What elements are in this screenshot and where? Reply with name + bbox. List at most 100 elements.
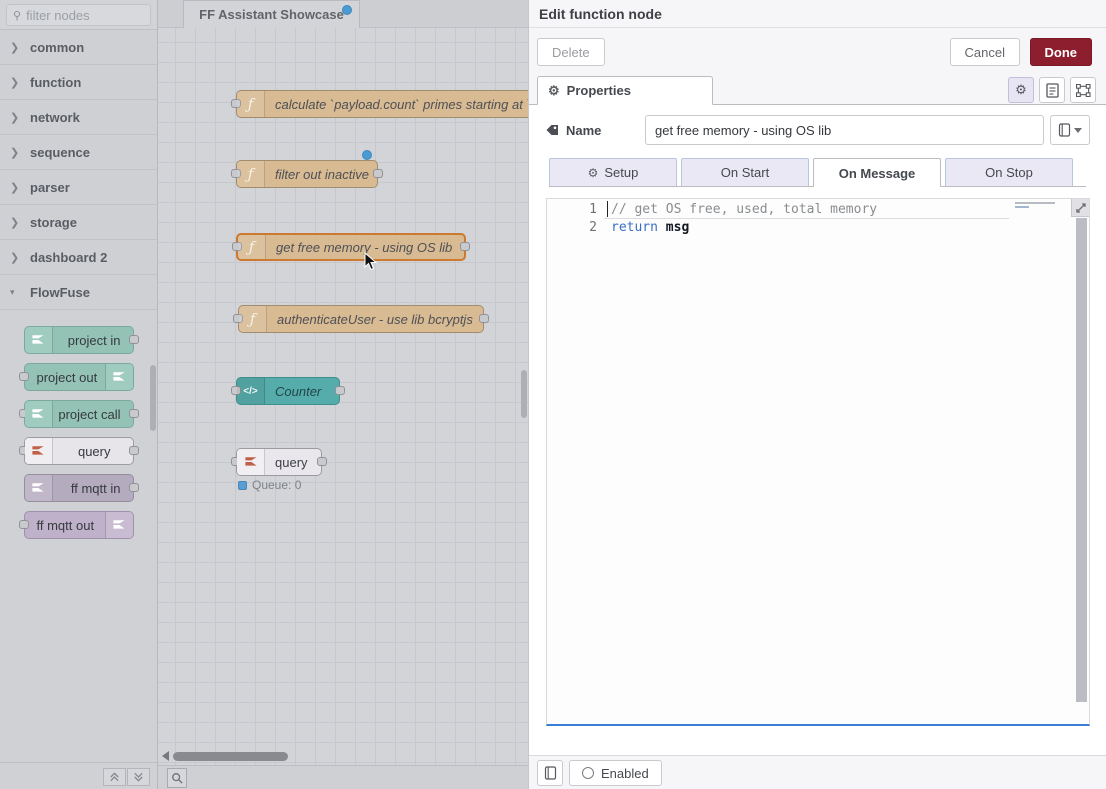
palette-scrollbar[interactable] <box>150 365 156 431</box>
palette-search[interactable]: ⚲ <box>6 4 151 26</box>
collapse-all-button[interactable] <box>103 768 126 786</box>
node-label: calculate `payload.count` primes startin… <box>275 91 528 117</box>
canvas-horizontal-scrollbar[interactable] <box>162 750 518 762</box>
flowfuse-icon <box>105 364 133 390</box>
node-label: query <box>275 449 313 475</box>
node-status: Queue: 0 <box>238 478 301 492</box>
palette-node-label: ff mqtt out <box>37 512 95 538</box>
palette-node-query[interactable]: query <box>24 437 134 465</box>
palette-category-network[interactable]: ❯network <box>0 100 157 135</box>
tab-setup[interactable]: ⚙Setup <box>549 158 677 186</box>
palette-node-label: query <box>78 438 111 464</box>
expand-all-button[interactable] <box>127 768 150 786</box>
input-port[interactable] <box>19 372 29 381</box>
library-button[interactable] <box>1050 115 1090 145</box>
palette-category-parser[interactable]: ❯ parser <box>0 170 157 205</box>
tab-on-message[interactable]: On Message <box>813 158 941 187</box>
output-port[interactable] <box>129 335 139 344</box>
chevron-right-icon: ❯ <box>10 76 24 89</box>
editor-scrollbar[interactable] <box>1076 218 1087 702</box>
output-port[interactable] <box>129 483 139 492</box>
palette-node-label: project call <box>58 401 120 427</box>
node-calculate-primes[interactable]: ƒ calculate `payload.count` primes start… <box>236 90 528 118</box>
done-button[interactable]: Done <box>1030 38 1093 66</box>
tab-properties[interactable]: ⚙ Properties <box>537 76 713 105</box>
appearance-icon-button[interactable] <box>1070 77 1096 103</box>
appearance-icon <box>1076 84 1091 97</box>
tab-ff-assistant-showcase[interactable]: FF Assistant Showcase <box>183 0 360 28</box>
name-input[interactable] <box>645 115 1044 145</box>
code-editor[interactable]: 1 2 // get OS free, used, total memory r… <box>546 198 1090 726</box>
palette-node-project-call[interactable]: project call <box>24 400 134 428</box>
status-text: Queue: 0 <box>252 478 301 492</box>
flow-canvas[interactable]: FF Assistant Showcase ƒ calculate `paylo… <box>158 0 528 789</box>
output-port[interactable] <box>129 446 139 455</box>
palette-category-storage[interactable]: ❯storage <box>0 205 157 240</box>
circle-icon <box>582 767 594 779</box>
expand-editor-button[interactable] <box>1071 199 1089 217</box>
tab-on-start[interactable]: On Start <box>681 158 809 186</box>
node-label: filter out inactive <box>275 161 369 187</box>
scroll-left-icon[interactable] <box>162 751 169 761</box>
category-label: parser <box>30 180 70 195</box>
code-line-1: // get OS free, used, total memory <box>611 201 877 219</box>
filter-nodes-input[interactable] <box>26 8 136 23</box>
dialog-body: Name ⚙Setup On Start On Message On Stop … <box>529 105 1106 755</box>
node-info-button[interactable] <box>537 760 563 786</box>
category-label: sequence <box>30 145 90 160</box>
flowfuse-icon <box>237 449 265 475</box>
palette-node-ff-mqtt-in[interactable]: ff mqtt in <box>24 474 134 502</box>
palette-filter-row: ⚲ <box>0 0 157 30</box>
output-port[interactable] <box>335 386 345 395</box>
dialog-title: Edit function node <box>529 0 1106 28</box>
palette-category-flowfuse[interactable]: ▾FlowFuse <box>0 275 157 310</box>
properties-icon-button[interactable]: ⚙ <box>1008 77 1034 103</box>
palette-node-project-out[interactable]: project out <box>24 363 134 391</box>
chevron-right-icon: ❯ <box>10 251 24 264</box>
palette-category-function[interactable]: ❯function <box>0 65 157 100</box>
output-port[interactable] <box>460 242 470 251</box>
output-port[interactable] <box>479 314 489 323</box>
output-port[interactable] <box>373 169 383 178</box>
input-port[interactable] <box>19 520 29 529</box>
changed-dot <box>362 150 372 160</box>
changed-dot <box>342 5 352 15</box>
editor-minimap <box>1015 202 1067 214</box>
function-icon: ƒ <box>237 161 265 187</box>
chevron-right-icon: ❯ <box>10 41 24 54</box>
scrollbar-thumb[interactable] <box>173 752 288 761</box>
canvas-vertical-scrollbar[interactable] <box>521 370 527 418</box>
name-row: Name <box>545 115 1090 145</box>
output-port[interactable] <box>317 457 327 466</box>
book-icon <box>1058 123 1071 137</box>
canvas-footer <box>158 765 528 789</box>
zoom-search-button[interactable] <box>167 768 187 788</box>
node-counter[interactable]: </> Counter <box>236 377 340 405</box>
palette-node-project-in[interactable]: project in <box>24 326 134 354</box>
function-icon: ƒ <box>238 235 266 259</box>
node-filter-out-inactive[interactable]: ƒ filter out inactive <box>236 160 378 188</box>
flowfuse-icon <box>25 401 53 427</box>
cancel-button[interactable]: Cancel <box>950 38 1020 66</box>
enabled-toggle-button[interactable]: Enabled <box>569 760 662 786</box>
book-icon <box>544 766 557 780</box>
node-query[interactable]: query <box>236 448 322 476</box>
node-authenticate-user[interactable]: ƒ authenticateUser - use lib bcryptjs <box>238 305 484 333</box>
text-caret <box>607 201 608 217</box>
flowfuse-icon <box>105 512 133 538</box>
workspace-grid[interactable]: ƒ calculate `payload.count` primes start… <box>158 28 528 765</box>
palette-category-dashboard2[interactable]: ❯dashboard 2 <box>0 240 157 275</box>
delete-button[interactable]: Delete <box>537 38 605 66</box>
flowfuse-node-list: project in project out project call quer… <box>0 310 157 539</box>
chevron-right-icon: ❯ <box>10 181 24 194</box>
palette-node-ff-mqtt-out[interactable]: ff mqtt out <box>24 511 134 539</box>
palette-category-sequence[interactable]: ❯sequence <box>0 135 157 170</box>
palette-node-label: ff mqtt in <box>71 475 121 501</box>
tab-on-stop[interactable]: On Stop <box>945 158 1073 186</box>
output-port[interactable] <box>129 409 139 418</box>
description-icon-button[interactable] <box>1039 77 1065 103</box>
chevron-down-icon: ▾ <box>10 287 24 298</box>
node-get-free-memory[interactable]: ƒ get free memory - using OS lib <box>236 233 466 261</box>
gear-icon: ⚙ <box>548 83 560 99</box>
palette-category-common[interactable]: ❯common <box>0 30 157 65</box>
